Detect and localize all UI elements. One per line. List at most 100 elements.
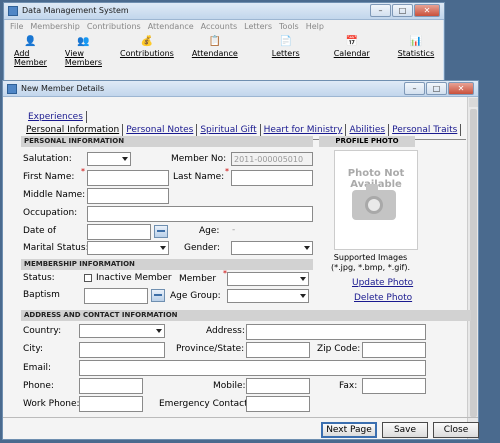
- emergency-contact-field[interactable]: [246, 396, 310, 412]
- close-button[interactable]: Close: [433, 422, 479, 438]
- baptism-calendar-icon[interactable]: [151, 289, 165, 302]
- vertical-scrollbar[interactable]: [467, 97, 478, 439]
- save-button[interactable]: Save: [382, 422, 428, 438]
- tab-personal-traits[interactable]: Personal Traits: [389, 124, 462, 136]
- chevron-down-icon: [300, 294, 306, 298]
- photo-placeholder: Photo Not Available: [334, 150, 418, 250]
- view-members-label: View Members: [64, 49, 102, 67]
- menu-attendance[interactable]: Attendance: [148, 20, 194, 34]
- app-icon: [8, 6, 18, 16]
- letters-button[interactable]: 📄 Letters: [272, 34, 300, 62]
- city-label: City:: [23, 344, 44, 354]
- age-group-dropdown[interactable]: [227, 289, 309, 303]
- date-of-label: Date of: [23, 226, 57, 236]
- marital-status-dropdown[interactable]: [87, 241, 169, 255]
- member-dropdown[interactable]: [227, 272, 309, 286]
- letters-icon: 📄: [279, 36, 292, 47]
- tab-abilities[interactable]: Abilities: [346, 124, 390, 136]
- attendance-button[interactable]: 📋 Attendance: [192, 34, 238, 62]
- menu-tools[interactable]: Tools: [279, 20, 299, 34]
- dialog-maximize-button[interactable]: □: [426, 82, 447, 95]
- last-name-field[interactable]: [231, 170, 313, 186]
- tab-heart-for-ministry[interactable]: Heart for Ministry: [261, 124, 347, 136]
- close-window-button[interactable]: ✕: [414, 4, 440, 17]
- zip-code-field[interactable]: [362, 342, 426, 358]
- marital-status-label: Marital Status:: [23, 243, 89, 253]
- add-member-button[interactable]: 👤 Add Member: [14, 34, 47, 67]
- tab-strip: Experiences Personal Information Persona…: [23, 110, 462, 136]
- tab-spiritual-gift[interactable]: Spiritual Gift: [197, 124, 261, 136]
- first-name-required-marker: *: [81, 167, 85, 176]
- minimize-button[interactable]: –: [370, 4, 391, 17]
- age-group-label: Age Group:: [170, 291, 221, 301]
- fax-field[interactable]: [362, 378, 426, 394]
- tab-experiences[interactable]: Experiences: [25, 111, 87, 123]
- dialog-titlebar[interactable]: New Member Details – □ ✕: [3, 81, 478, 97]
- phone-field[interactable]: [79, 378, 143, 394]
- occupation-label: Occupation:: [23, 208, 78, 218]
- maximize-button[interactable]: □: [392, 4, 413, 17]
- salutation-label: Salutation:: [23, 154, 72, 164]
- contributions-button[interactable]: 💰 Contributions: [120, 34, 174, 62]
- supported-images-text: Supported Images (*.jpg, *.bmp, *.gif).: [330, 253, 411, 272]
- letters-label: Letters: [271, 49, 300, 58]
- camera-icon: [352, 184, 396, 220]
- dialog-close-window-button[interactable]: ✕: [448, 82, 474, 95]
- main-titlebar[interactable]: Data Management System – □ ✕: [4, 3, 444, 20]
- gender-label: Gender:: [184, 243, 221, 253]
- scroll-up-arrow[interactable]: [469, 98, 478, 107]
- scroll-thumb[interactable]: [470, 109, 477, 417]
- date-of-birth-field[interactable]: [87, 224, 151, 240]
- age-label: Age:: [199, 226, 220, 236]
- baptism-date-field[interactable]: [84, 288, 148, 304]
- calendar-button[interactable]: 📅 Calendar: [334, 34, 370, 62]
- update-photo-link[interactable]: Update Photo: [352, 278, 413, 288]
- email-label: Email:: [23, 363, 52, 373]
- menu-letters[interactable]: Letters: [244, 20, 272, 34]
- next-page-button[interactable]: Next Page: [321, 422, 377, 438]
- chevron-down-icon: [160, 246, 166, 250]
- email-field[interactable]: [79, 360, 426, 376]
- work-phone-field[interactable]: [79, 396, 143, 412]
- statistics-button[interactable]: 📊 Statistics: [398, 34, 435, 62]
- tab-personal-notes[interactable]: Personal Notes: [123, 124, 198, 136]
- member-no-field: 2011-000005010: [231, 152, 313, 166]
- dialog-minimize-button[interactable]: –: [404, 82, 425, 95]
- occupation-field[interactable]: [87, 206, 313, 222]
- calendar-picker-icon[interactable]: [154, 225, 168, 238]
- age-value: -: [232, 225, 236, 235]
- view-members-icon: 👥: [77, 36, 90, 47]
- middle-name-field[interactable]: [87, 188, 169, 204]
- chevron-down-icon: [304, 246, 310, 250]
- menu-accounts[interactable]: Accounts: [201, 20, 237, 34]
- gender-dropdown[interactable]: [231, 241, 313, 255]
- member-no-label: Member No:: [171, 154, 227, 164]
- main-window-title: Data Management System: [22, 6, 129, 15]
- add-member-label: Add Member: [14, 49, 47, 67]
- contributions-label: Contributions: [119, 49, 174, 58]
- menu-membership[interactable]: Membership: [30, 20, 79, 34]
- view-members-button[interactable]: 👥 View Members: [65, 34, 102, 67]
- city-field[interactable]: [79, 342, 165, 358]
- address-field[interactable]: [246, 324, 426, 340]
- delete-photo-link[interactable]: Delete Photo: [354, 293, 412, 303]
- address-label: Address:: [206, 326, 245, 336]
- zip-code-label: Zip Code:: [317, 344, 361, 354]
- first-name-field[interactable]: [87, 170, 169, 186]
- menu-help[interactable]: Help: [306, 20, 324, 34]
- emergency-contact-label: Emergency Contact:: [159, 399, 251, 409]
- statistics-icon: 📊: [409, 36, 423, 47]
- salutation-dropdown[interactable]: [87, 152, 131, 166]
- inactive-member-checkbox[interactable]: [84, 274, 92, 282]
- menu-contributions[interactable]: Contributions: [87, 20, 141, 34]
- menu-file[interactable]: File: [10, 20, 23, 34]
- attendance-icon: 📋: [208, 36, 222, 47]
- membership-info-heading: MEMBERSHIP INFORMATION: [21, 259, 313, 270]
- tab-personal-information[interactable]: Personal Information: [23, 124, 124, 136]
- province-state-field[interactable]: [246, 342, 310, 358]
- mobile-field[interactable]: [246, 378, 310, 394]
- dialog-body: Experiences Personal Information Persona…: [3, 97, 479, 439]
- footer-divider: [3, 417, 478, 418]
- dialog-app-icon: [7, 84, 17, 94]
- country-dropdown[interactable]: [79, 324, 165, 338]
